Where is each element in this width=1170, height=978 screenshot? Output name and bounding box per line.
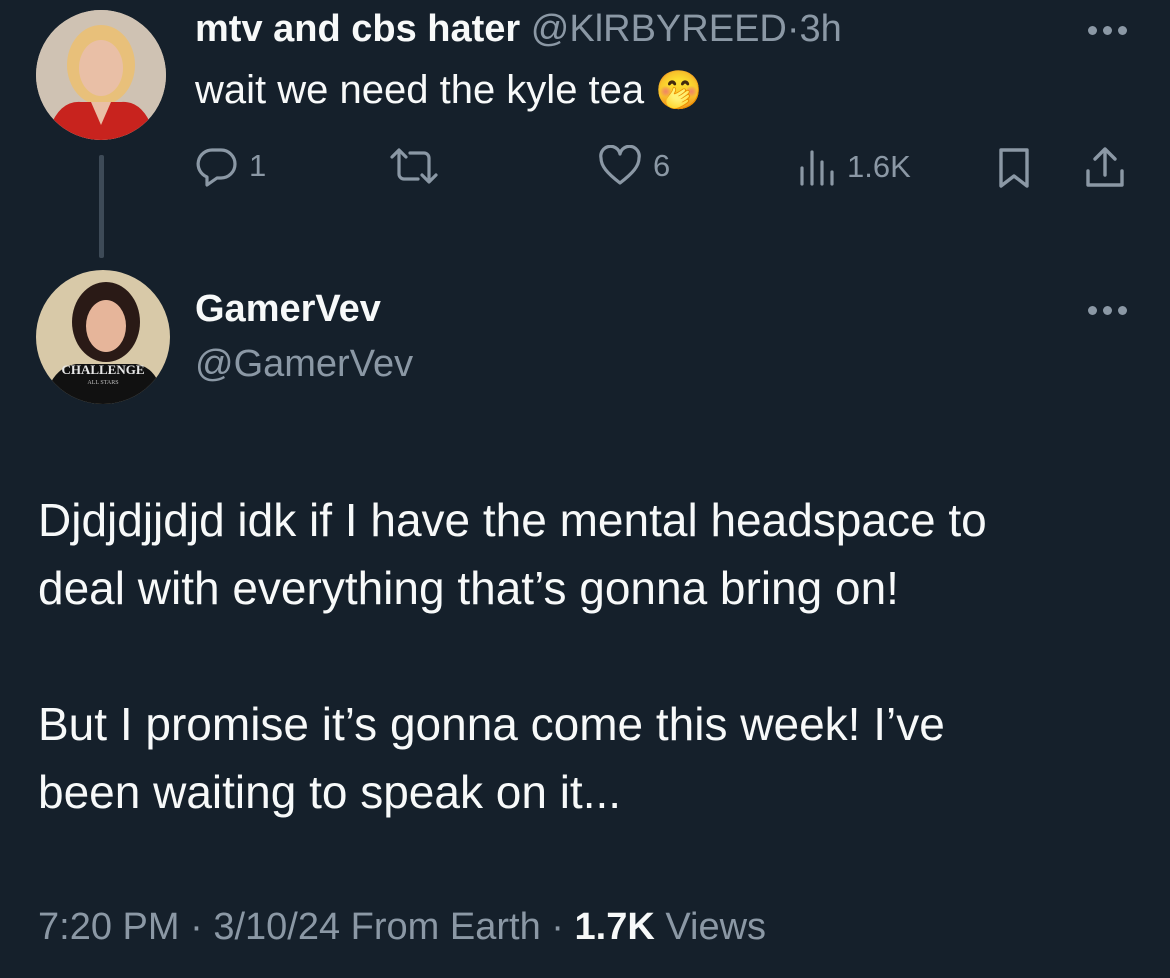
tweet-meta: 7:20 PM · 3/10/24 From Earth · 1.7K View… [38,906,766,949]
reply-separator: · [786,8,800,50]
like-action[interactable]: 6 [597,145,670,187]
avatar-image: CHALLENGE ALL STARS [36,270,170,404]
retweet-action[interactable] [388,146,450,186]
avatar-gamervev[interactable]: CHALLENGE ALL STARS [36,270,170,404]
views-count: 1.6K [847,149,911,184]
main-display-name[interactable]: GamerVev [195,288,381,331]
main-tweet-text: Djdjdjjdjd idk if I have the mental head… [38,486,987,826]
bookmark-icon [999,148,1029,188]
paragraph-1-line-1: Djdjdjjdjd idk if I have the mental head… [38,494,987,546]
like-count: 6 [653,148,671,183]
avatar-shirt-subtext: ALL STARS [87,380,118,386]
retweet-icon [390,148,438,184]
meta-separator: · [190,906,203,948]
avatar-image [36,10,166,140]
tweet-source: From Earth [350,906,541,948]
reply-action[interactable]: 1 [195,144,266,188]
reply-display-name[interactable]: mtv and cbs hater [195,8,520,50]
views-icon [800,150,834,186]
reply-time[interactable]: 3h [800,8,842,50]
views-count[interactable]: 1.7K [575,906,655,948]
views-label: Views [665,906,767,948]
bookmark-button[interactable] [996,146,1032,195]
main-handle[interactable]: @GamerVev [195,343,413,386]
views-action[interactable]: 1.6K [797,146,911,188]
reply-text-content: wait we need the kyle tea [195,68,645,112]
tweet-time[interactable]: 7:20 PM [38,906,180,948]
avatar-shirt-text: CHALLENGE [61,362,144,377]
reply-more-icon[interactable] [1088,26,1127,35]
reply-text: wait we need the kyle tea 🤭 [195,68,703,113]
main-more-icon[interactable] [1088,306,1127,315]
tweet-date[interactable]: 3/10/24 [213,906,340,948]
share-button[interactable] [1082,145,1128,196]
paragraph-2-line-2: been waiting to speak on it... [38,766,622,818]
hand-over-mouth-emoji: 🤭 [655,70,703,112]
reply-icon [196,148,237,187]
like-icon [599,145,641,185]
paragraph-2-line-1: But I promise it’s gonna come this week!… [38,698,945,750]
avatar-kirbyreed[interactable] [36,10,166,140]
reply-handle[interactable]: @KlRBYREED [531,8,787,50]
reply-count: 1 [249,148,267,183]
paragraph-1-line-2: deal with everything that’s gonna bring … [38,562,899,614]
share-icon [1086,147,1124,187]
meta-separator: · [551,906,564,948]
reply-header: mtv and cbs hater @KlRBYREED·3h [195,8,842,51]
thread-line [99,155,104,258]
